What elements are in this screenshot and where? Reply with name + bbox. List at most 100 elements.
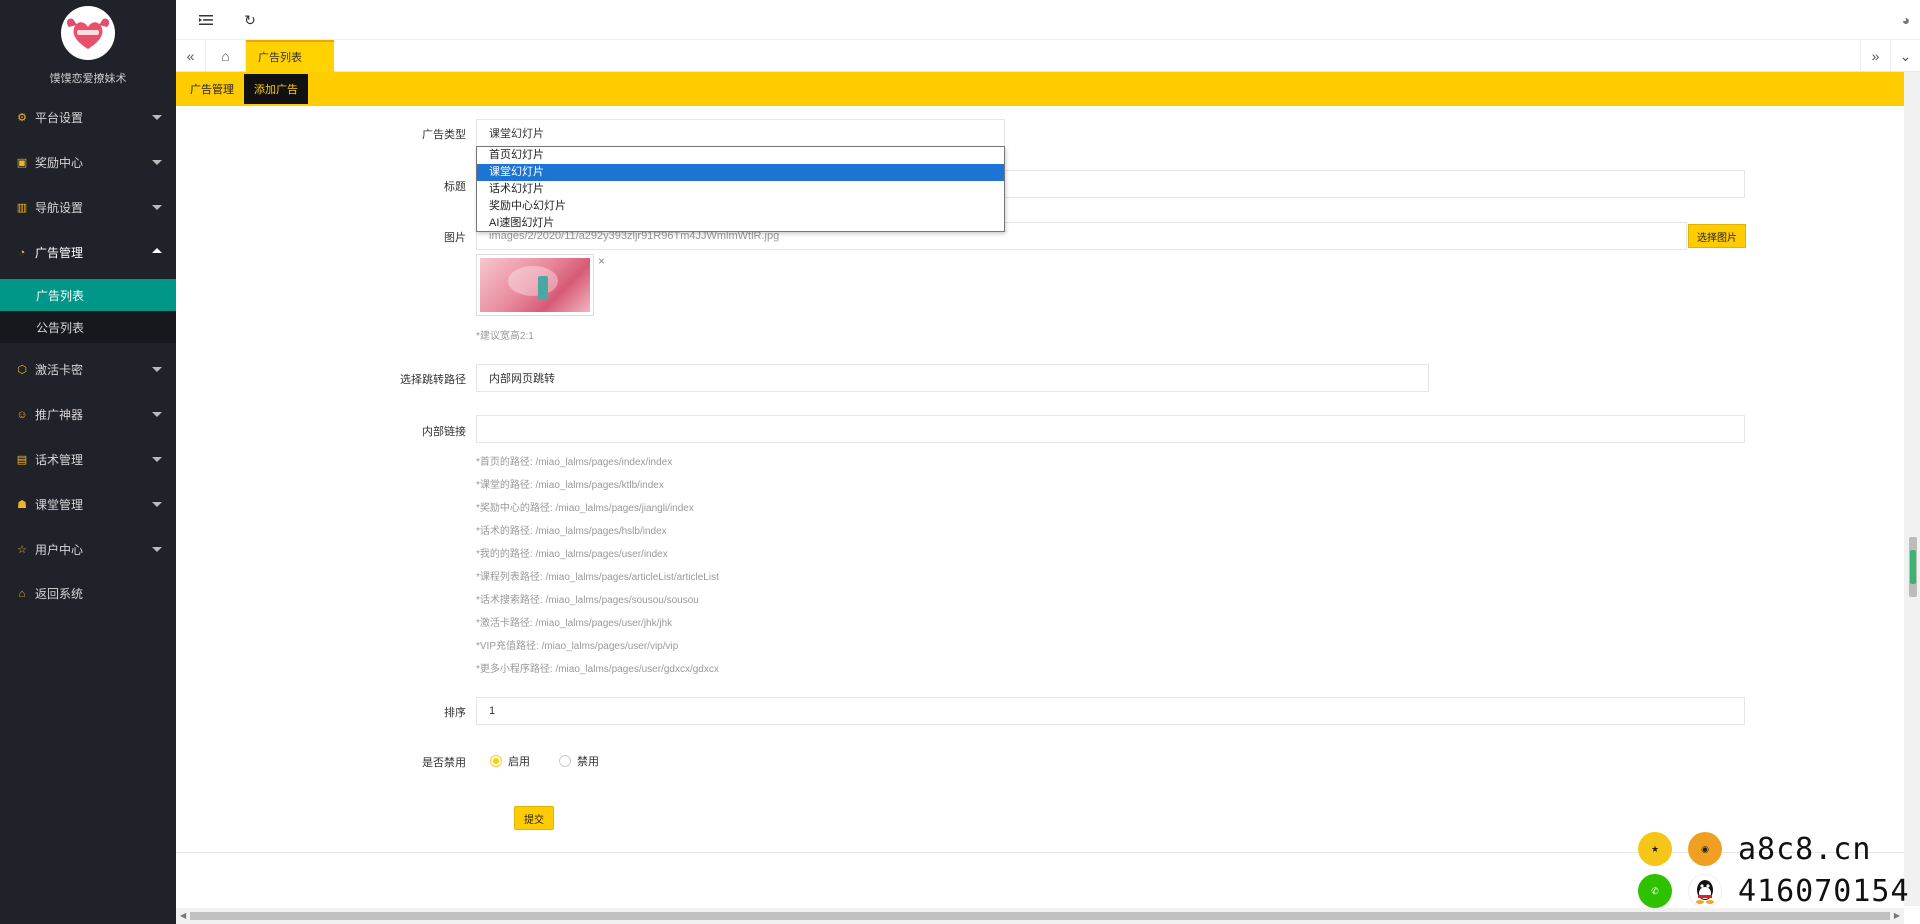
monkey-icon: ◉ bbox=[1688, 832, 1722, 866]
choose-image-button[interactable]: 选择图片 bbox=[1688, 224, 1746, 248]
ad-type-dropdown[interactable]: 首页幻灯片 课堂幻灯片 话术幻灯片 奖励中心幻灯片 AI速图幻灯片 bbox=[476, 146, 1005, 232]
path-hint: *奖励中心的路径: /miao_lalms/pages/jiangli/inde… bbox=[476, 503, 694, 514]
menu-label: 奖励中心 bbox=[35, 156, 84, 170]
menu-platform-settings[interactable]: ⚙ 平台设置 bbox=[0, 95, 176, 140]
caret-down-icon bbox=[152, 205, 162, 210]
image-hint: *建议宽高2:1 bbox=[476, 331, 534, 342]
tabs-scroll-left-icon[interactable]: « bbox=[176, 40, 206, 72]
disable-radio[interactable]: 禁用 bbox=[559, 753, 599, 769]
dropdown-option-selected[interactable]: 课堂幻灯片 bbox=[477, 164, 1004, 181]
sub-nav: 广告管理 添加广告 bbox=[176, 72, 1904, 106]
dashboard-icon: ◔ bbox=[18, 246, 26, 259]
image-thumbnail[interactable] bbox=[476, 254, 594, 316]
tabs-scroll-right-icon[interactable]: » bbox=[1860, 40, 1890, 72]
menu-collapse-icon[interactable] bbox=[198, 12, 214, 28]
home-tab-icon[interactable]: ⌂ bbox=[206, 40, 246, 72]
menu-ad-management[interactable]: ◔ 广告管理 bbox=[0, 230, 176, 275]
disable-radio-label: 禁用 bbox=[577, 756, 599, 768]
menu-reward-center[interactable]: ▣ 奖励中心 bbox=[0, 140, 176, 185]
menu-label: 广告管理 bbox=[35, 246, 84, 260]
remove-image-icon[interactable]: × bbox=[598, 254, 605, 268]
vertical-scrollbar[interactable] bbox=[1904, 72, 1920, 906]
menu-label: 平台设置 bbox=[35, 111, 84, 125]
radio-checked-icon bbox=[490, 755, 502, 767]
caret-down-icon bbox=[152, 457, 162, 462]
cube-icon: ⬡ bbox=[17, 364, 27, 376]
star-icon: ☆ bbox=[17, 544, 27, 556]
sort-label: 排序 bbox=[444, 707, 466, 719]
menu-label: 课堂管理 bbox=[35, 498, 84, 512]
ad-submenu: 广告列表 公告列表 bbox=[0, 279, 176, 343]
palette-icon[interactable]: ◕ bbox=[1898, 12, 1914, 28]
internal-link-input[interactable] bbox=[476, 415, 1745, 443]
path-hint: *首页的路径: /miao_lalms/pages/index/index bbox=[476, 457, 673, 468]
disable-label: 是否禁用 bbox=[422, 757, 466, 769]
menu-nav-settings[interactable]: ▥ 导航设置 bbox=[0, 185, 176, 230]
menu-promotion[interactable]: ☺ 推广神器 bbox=[0, 392, 176, 437]
tabs-bar: « ⌂ 广告列表 » ⌄ bbox=[176, 40, 1920, 72]
ad-form: 广告类型 课堂幻灯片 标题 图片 images/2/2020/11/a292y3… bbox=[176, 106, 1904, 854]
dropdown-option[interactable]: 首页幻灯片 bbox=[477, 147, 1004, 164]
group-icon: ☗ bbox=[17, 499, 27, 511]
caret-up-icon bbox=[152, 248, 162, 253]
sort-input[interactable]: 1 bbox=[476, 697, 1745, 725]
path-hint: *课程列表路径: /miao_lalms/pages/articleList/a… bbox=[476, 572, 719, 583]
caret-down-icon bbox=[152, 367, 162, 372]
menu-label: 导航设置 bbox=[35, 201, 84, 215]
top-header: ↻ ◕ bbox=[176, 0, 1920, 40]
badge-icon: ★ bbox=[1638, 832, 1672, 866]
ad-type-label: 广告类型 bbox=[422, 129, 466, 141]
path-hint: *我的的路径: /miao_lalms/pages/user/index bbox=[476, 549, 668, 560]
caret-down-icon bbox=[152, 412, 162, 417]
path-hint: *话术搜索路径: /miao_lalms/pages/sousou/sousou bbox=[476, 595, 699, 606]
submit-button[interactable]: 提交 bbox=[514, 806, 554, 830]
tab-ad-management[interactable]: 广告管理 bbox=[180, 74, 244, 104]
tab-add-ad[interactable]: 添加广告 bbox=[244, 74, 308, 104]
watermark-qq-text: 416070154 bbox=[1738, 874, 1910, 909]
caret-down-icon bbox=[152, 115, 162, 120]
smile-icon: ☺ bbox=[16, 408, 28, 421]
route-select[interactable]: 内部网页跳转 bbox=[476, 364, 1429, 392]
refresh-icon[interactable]: ↻ bbox=[242, 12, 258, 28]
dropdown-option[interactable]: AI速图幻灯片 bbox=[477, 215, 1004, 232]
radio-unchecked-icon bbox=[559, 755, 571, 767]
menu-label: 推广神器 bbox=[35, 408, 84, 422]
path-hint: *课堂的路径: /miao_lalms/pages/ktlb/index bbox=[476, 480, 664, 491]
horizontal-scroll-thumb[interactable] bbox=[190, 912, 1890, 920]
path-hint: *更多小程序路径: /miao_lalms/pages/user/gdxcx/g… bbox=[476, 664, 719, 675]
dropdown-option[interactable]: 奖励中心幻灯片 bbox=[477, 198, 1004, 215]
play-icon: ▣ bbox=[16, 157, 28, 169]
caret-down-icon bbox=[152, 502, 162, 507]
qq-icon bbox=[1688, 874, 1722, 908]
tab-ad-list[interactable]: 广告列表 bbox=[246, 40, 334, 72]
sidebar: 馍馍恋爱撩妹术 ⚙ 平台设置 ▣ 奖励中心 ▥ 导航设置 ◔ 广告管理 广告列表… bbox=[0, 0, 176, 924]
wechat-icon: ✆ bbox=[1638, 874, 1672, 908]
menu-script-management[interactable]: ▤ 话术管理 bbox=[0, 437, 176, 482]
menu-label: 激活卡密 bbox=[35, 363, 84, 377]
route-label: 选择跳转路径 bbox=[400, 374, 466, 386]
tabs-dropdown-icon[interactable]: ⌄ bbox=[1890, 40, 1920, 72]
menu-user-center[interactable]: ☆ 用户中心 bbox=[0, 527, 176, 572]
enable-radio[interactable]: 启用 bbox=[490, 753, 530, 769]
enable-radio-label: 启用 bbox=[508, 756, 530, 768]
image-label: 图片 bbox=[444, 232, 466, 244]
scroll-left-icon[interactable]: ◀ bbox=[180, 911, 186, 920]
menu-class-management[interactable]: ☗ 课堂管理 bbox=[0, 482, 176, 527]
sidebar-item-ad-list[interactable]: 广告列表 bbox=[0, 279, 176, 311]
ad-type-select[interactable]: 课堂幻灯片 bbox=[476, 119, 1005, 147]
menu-label: 话术管理 bbox=[35, 453, 84, 467]
brand: 馍馍恋爱撩妹术 bbox=[0, 0, 176, 96]
gear-icon: ⚙ bbox=[17, 112, 27, 124]
path-hint: *VIP充值路径: /miao_lalms/pages/user/vip/vip bbox=[476, 641, 679, 652]
menu-activation-card[interactable]: ⬡ 激活卡密 bbox=[0, 347, 176, 392]
link-label: 内部链接 bbox=[422, 426, 466, 438]
caret-down-icon bbox=[152, 547, 162, 552]
sidebar-item-notice-list[interactable]: 公告列表 bbox=[0, 311, 176, 343]
menu-return-system[interactable]: ⌂ 返回系统 bbox=[0, 571, 176, 616]
menu-label: 用户中心 bbox=[35, 543, 84, 557]
path-hint: *激活卡路径: /miao_lalms/pages/user/jhk/jhk bbox=[476, 618, 673, 629]
scroll-right-icon[interactable]: ▶ bbox=[1894, 911, 1900, 920]
watermark-site-text: a8c8.cn bbox=[1738, 832, 1872, 867]
dropdown-option[interactable]: 话术幻灯片 bbox=[477, 181, 1004, 198]
path-hint: *话术的路径: /miao_lalms/pages/hslb/index bbox=[476, 526, 667, 537]
